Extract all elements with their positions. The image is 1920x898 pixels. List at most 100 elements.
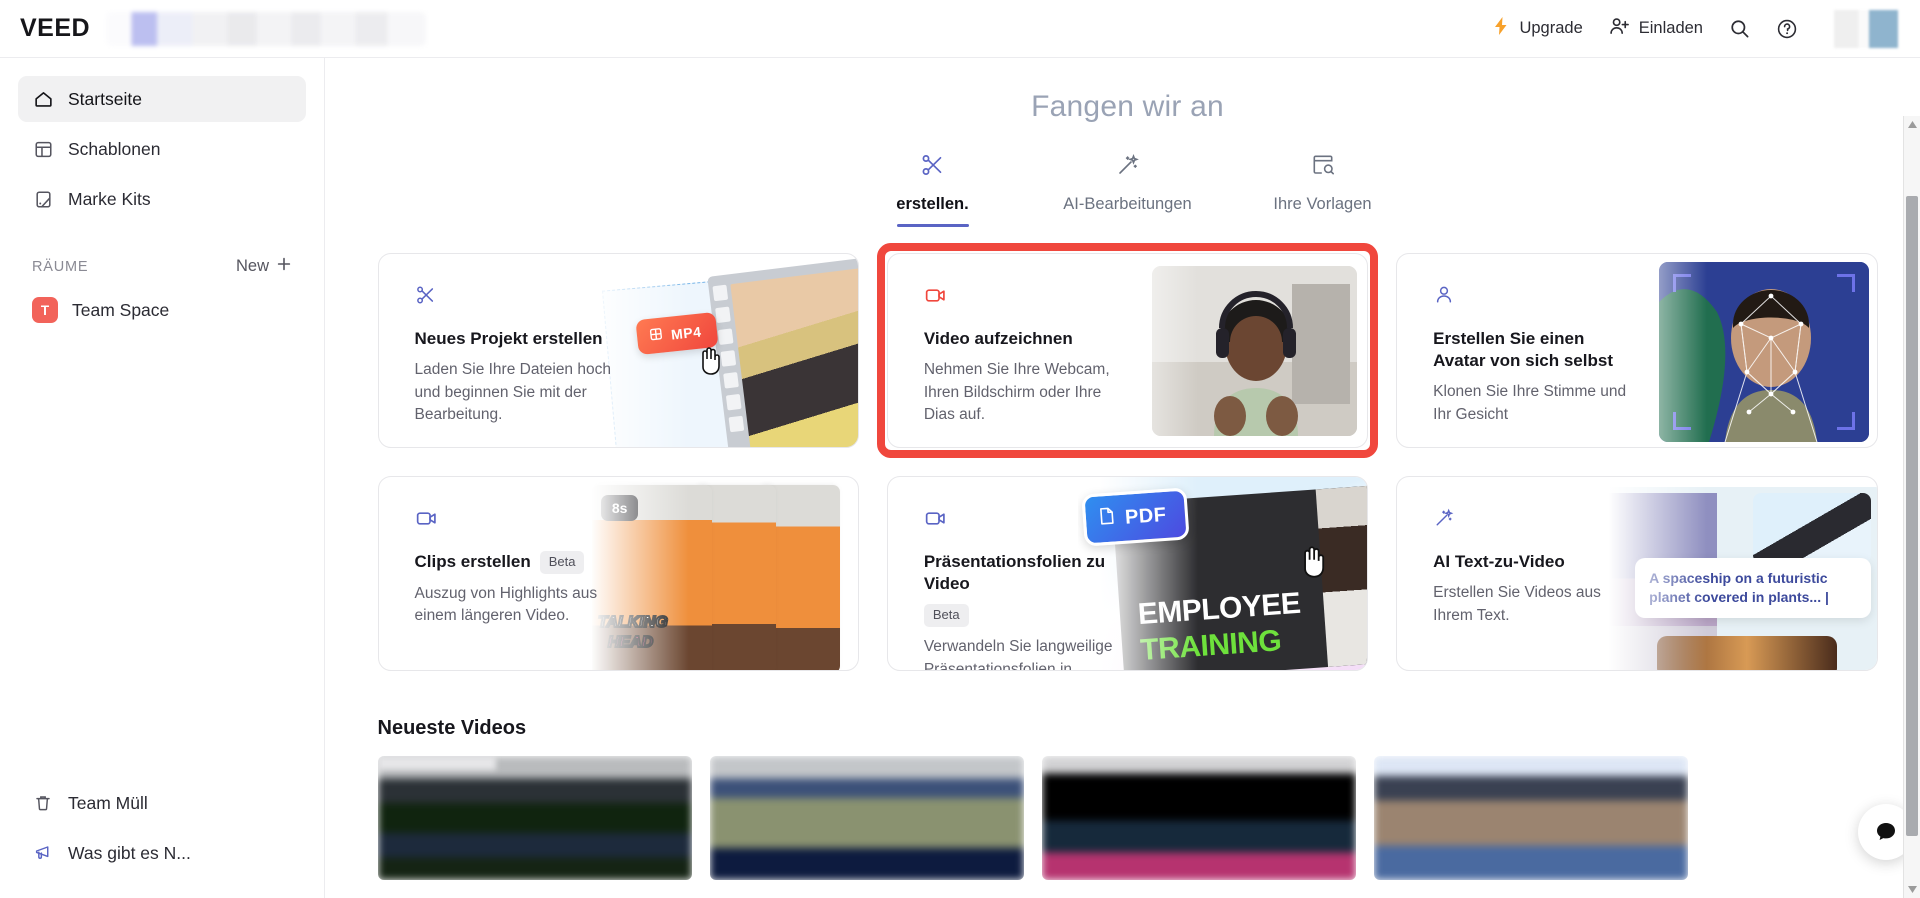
scroll-down-arrow-icon[interactable] bbox=[1904, 881, 1920, 898]
latest-videos-title: Neueste Videos bbox=[377, 717, 527, 739]
card-text: AI Text-zu-Video Erstellen Sie Videos au… bbox=[1397, 477, 1632, 670]
card-title: Clips erstellen Beta bbox=[415, 551, 614, 574]
spaces-heading: RÄUME bbox=[32, 258, 89, 275]
sidebar: Startseite Schablonen Marke Kits RÄUME N… bbox=[0, 58, 325, 898]
lightning-bolt-icon bbox=[1492, 16, 1510, 41]
scroll-up-arrow-icon[interactable] bbox=[1904, 116, 1920, 133]
card-description: Auszug von Highlights aus einem längeren… bbox=[414, 584, 598, 625]
focus-bracket-tr bbox=[1836, 274, 1855, 292]
card-title: Präsentationsfolien zu Video Beta bbox=[923, 551, 1123, 628]
card-wrapper: Erstellen Sie einen Avatar von sich selb… bbox=[1396, 253, 1878, 448]
card-title-text: Clips erstellen bbox=[414, 552, 531, 572]
person-icon bbox=[1433, 284, 1632, 306]
upgrade-button[interactable]: Upgrade bbox=[1492, 16, 1583, 41]
create-tabs: erstellen. AI-Bearbeitungen Ihre Vorlage… bbox=[378, 152, 1878, 227]
video-camera-icon bbox=[924, 284, 1123, 306]
tab-ihre-vorlagen[interactable]: Ihre Vorlagen bbox=[1225, 152, 1420, 227]
invite-label: Einladen bbox=[1638, 19, 1703, 37]
plus-icon bbox=[276, 256, 292, 277]
card-title: Video aufzeichnen bbox=[924, 328, 1123, 350]
home-icon bbox=[32, 88, 54, 110]
video-camera-icon bbox=[924, 507, 1123, 529]
film-frame bbox=[729, 265, 858, 447]
megaphone-icon bbox=[32, 842, 54, 864]
card-description: Klonen Sie Ihre Stimme und Ihr Gesicht bbox=[1433, 383, 1627, 423]
page-title: Fangen wir an bbox=[1031, 90, 1224, 123]
card-neues-projekt-erstellen[interactable]: MP4 Neues Projekt erstellen Laden Sie Ih… bbox=[377, 253, 859, 448]
help-circle-icon[interactable] bbox=[1776, 18, 1798, 40]
search-icon[interactable] bbox=[1729, 18, 1750, 39]
video-thumbnail[interactable] bbox=[1373, 756, 1688, 880]
scrollbar-thumb[interactable] bbox=[1906, 196, 1918, 836]
redacted-project-field[interactable] bbox=[106, 11, 427, 46]
mp4-badge-label: MP4 bbox=[669, 322, 702, 343]
person-plus-icon bbox=[1609, 16, 1630, 42]
veed-logo[interactable]: VEED bbox=[20, 14, 90, 43]
card-title-text: Erstellen Sie einen Avatar von sich selb… bbox=[1433, 329, 1613, 371]
user-avatar[interactable] bbox=[1834, 9, 1898, 48]
sidebar-item-label: Was gibt es N... bbox=[68, 842, 191, 863]
video-thumbnail[interactable] bbox=[709, 756, 1024, 880]
pdf-badge-label: PDF bbox=[1124, 503, 1167, 529]
card-text: Clips erstellen Beta Auszug von Highligh… bbox=[379, 477, 614, 670]
top-bar: VEED Upgrade Einladen bbox=[0, 0, 1920, 58]
snowboard-thumbnail bbox=[1752, 493, 1871, 563]
sidebar-item-label: Schablonen bbox=[68, 138, 161, 159]
card-title-text: Neues Projekt erstellen bbox=[414, 329, 603, 348]
invite-button[interactable]: Einladen bbox=[1609, 16, 1703, 42]
card-wrapper: 8s TALKING HEAD bbox=[377, 476, 859, 671]
chat-bubble-icon bbox=[1877, 823, 1895, 840]
card-avatar-erstellen[interactable]: Erstellen Sie einen Avatar von sich selb… bbox=[1396, 253, 1878, 448]
card-text: Neues Projekt erstellen Laden Sie Ihre D… bbox=[379, 254, 614, 447]
top-actions: Upgrade Einladen bbox=[1492, 9, 1898, 48]
sidebar-item-startseite[interactable]: Startseite bbox=[18, 76, 306, 122]
new-space-label: New bbox=[235, 257, 269, 275]
card-praesentationsfolien-zu-video[interactable]: EMPLOYEE TRAINING PDF Präsentationsfolie… bbox=[886, 476, 1369, 671]
video-thumbnail[interactable] bbox=[1041, 756, 1356, 880]
sidebar-item-schablonen[interactable]: Schablonen bbox=[18, 126, 306, 172]
file-icon bbox=[648, 326, 664, 344]
card-wrapper: A spaceship on a futuristic planet cover… bbox=[1396, 476, 1878, 671]
new-space-button[interactable]: New bbox=[236, 256, 292, 277]
create-options-grid: MP4 Neues Projekt erstellen Laden Sie Ih… bbox=[377, 243, 1878, 671]
tab-erstellen[interactable]: erstellen. bbox=[835, 152, 1030, 227]
focus-bracket-br bbox=[1836, 412, 1855, 430]
space-name-label: Team Space bbox=[72, 299, 170, 320]
card-title-text: Video aufzeichnen bbox=[923, 329, 1073, 348]
card-title: Neues Projekt erstellen bbox=[415, 328, 614, 350]
card-title-text: AI Text-zu-Video bbox=[1433, 552, 1565, 571]
card-title: AI Text-zu-Video bbox=[1433, 551, 1632, 573]
hand-cursor-icon bbox=[1303, 546, 1324, 578]
card-clips-erstellen[interactable]: 8s TALKING HEAD bbox=[377, 476, 859, 671]
sidebar-item-was-gibt-es-neues[interactable]: Was gibt es N... bbox=[18, 830, 306, 876]
spaces-section-header: RÄUME New bbox=[18, 256, 306, 277]
scissors-icon bbox=[920, 152, 946, 183]
space-avatar: T bbox=[32, 297, 58, 323]
sidebar-bottom: Team Müll Was gibt es N... bbox=[18, 780, 306, 888]
sidebar-item-label: Startseite bbox=[68, 88, 142, 109]
vertical-scrollbar[interactable] bbox=[1903, 116, 1920, 898]
card-video-aufzeichnen[interactable]: Video aufzeichnen Nehmen Sie Ihre Webcam… bbox=[886, 253, 1369, 448]
video-title-redacted bbox=[377, 756, 496, 770]
sidebar-item-team-space[interactable]: T Team Space bbox=[18, 287, 306, 333]
card-text: Video aufzeichnen Nehmen Sie Ihre Webcam… bbox=[888, 254, 1123, 447]
latest-videos-section: Neueste Videos bbox=[377, 717, 1878, 880]
tab-ai-bearbeitungen[interactable]: AI-Bearbeitungen bbox=[1030, 152, 1225, 227]
card-text: Präsentationsfolien zu Video Beta Verwan… bbox=[888, 477, 1123, 670]
sidebar-item-marke-kits[interactable]: Marke Kits bbox=[18, 176, 306, 222]
video-thumbnail[interactable] bbox=[377, 756, 692, 880]
card-text: Erstellen Sie einen Avatar von sich selb… bbox=[1397, 254, 1632, 447]
app-body: Startseite Schablonen Marke Kits RÄUME N… bbox=[0, 58, 1920, 898]
card-ai-text-zu-video[interactable]: A spaceship on a futuristic planet cover… bbox=[1396, 476, 1878, 671]
card-description: Erstellen Sie Videos aus Ihrem Text. bbox=[1433, 584, 1601, 624]
card-description: Verwandeln Sie langweilige Präsentations… bbox=[923, 638, 1113, 671]
card-wrapper-highlighted: Video aufzeichnen Nehmen Sie Ihre Webcam… bbox=[876, 243, 1379, 458]
templates-icon bbox=[32, 138, 54, 160]
video-camera-icon bbox=[415, 507, 614, 529]
card-title-text: Präsentationsfolien zu Video bbox=[923, 552, 1106, 594]
tab-label: erstellen. bbox=[896, 195, 969, 213]
card-wrapper: MP4 Neues Projekt erstellen Laden Sie Ih… bbox=[377, 253, 859, 448]
main-inner: Fangen wir an erstellen. AI-Bearbeitunge… bbox=[368, 90, 1878, 880]
sidebar-item-team-muell[interactable]: Team Müll bbox=[18, 780, 306, 826]
magic-wand-icon bbox=[1433, 507, 1632, 529]
